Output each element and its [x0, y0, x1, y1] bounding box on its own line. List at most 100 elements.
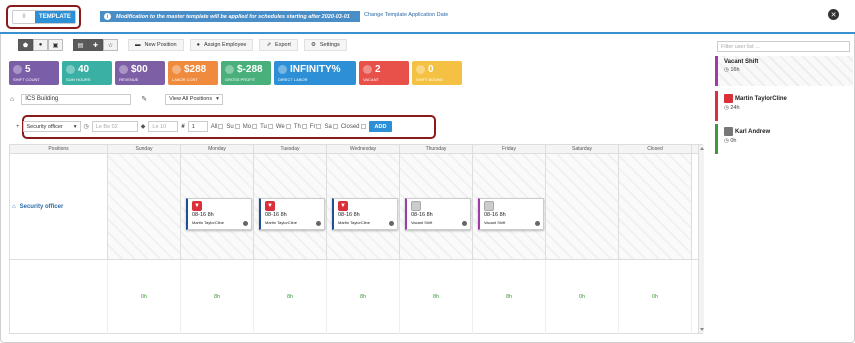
plus-icon: [119, 65, 128, 74]
stat-labor-cost: $288 LABOR COST: [168, 61, 218, 85]
day-friday[interactable]: Fr: [310, 124, 322, 130]
plus-icon[interactable]: +: [16, 124, 20, 130]
day-cell-sunday[interactable]: [108, 154, 181, 259]
user-item-karl[interactable]: Karl Andrew ◷ 0h: [715, 124, 853, 154]
person-icon[interactable]: ●: [33, 39, 48, 51]
add-button[interactable]: ADD: [368, 121, 393, 132]
avatar: ▼: [265, 201, 275, 211]
day-cell-saturday[interactable]: [546, 154, 619, 259]
change-date-link[interactable]: Change Template Application Date: [364, 12, 448, 18]
total-thursday: 8h: [400, 260, 473, 334]
options-icon[interactable]: [462, 221, 467, 226]
toolbar: ⬟ ● ▣ ▤ ✚ ☆ ▬ New Position ● Assign Empl…: [18, 39, 347, 51]
day-cell-tuesday[interactable]: ▼ 08-16 8h Martin TaylorCline: [254, 154, 327, 259]
col-positions: Positions: [10, 145, 108, 153]
options-icon[interactable]: [535, 221, 540, 226]
day-cell-monday[interactable]: ▼ 08-16 8h Martin TaylorCline: [181, 154, 254, 259]
money-icon: [172, 65, 181, 74]
plus-icon[interactable]: ✚: [88, 39, 103, 51]
total-friday: 8h: [473, 260, 546, 334]
col-saturday: Saturday: [546, 145, 619, 153]
template-toggle[interactable]: II TEMPLATE: [12, 10, 76, 24]
toggle-off-label: II: [22, 14, 26, 20]
avatar: [411, 201, 421, 211]
avatar: [484, 201, 494, 211]
count-input[interactable]: 1: [187, 121, 208, 132]
totals-row: 0h 8h 8h 8h 8h 8h 0h 0h: [10, 260, 702, 334]
day-sunday[interactable]: Su: [226, 124, 240, 130]
day-cell-thursday[interactable]: 08-16 8h Vacant Shift: [400, 154, 473, 259]
position-row: ⌂ Security officer ▼ 08-16 8h Martin Tay…: [10, 154, 702, 260]
col-monday: Monday: [181, 145, 254, 153]
stat-shift-bound: 0 SHIFT BOUND: [412, 61, 462, 85]
chevron-down-icon: ▾: [73, 123, 77, 130]
shift-card[interactable]: ▼ 08-16 8h Martin TaylorCline: [186, 198, 252, 230]
day-saturday[interactable]: Sa: [324, 124, 338, 130]
day-tuesday[interactable]: Tu: [260, 124, 273, 130]
info-icon: i: [104, 13, 111, 20]
chat-icon: ▬: [135, 42, 141, 48]
shift-card[interactable]: 08-16 8h Vacant Shift: [405, 198, 471, 230]
day-wednesday[interactable]: We: [276, 124, 291, 130]
options-icon[interactable]: [243, 221, 248, 226]
col-thursday: Thursday: [400, 145, 473, 153]
building-input[interactable]: ICS Building: [21, 93, 132, 105]
end-time-input[interactable]: Le 10: [148, 121, 179, 132]
home-icon[interactable]: ⬟: [18, 39, 33, 51]
day-closed[interactable]: Closed: [341, 124, 366, 130]
user-item-martin[interactable]: Martin TaylorCline ◷ 24h: [715, 91, 853, 121]
day-cell-friday[interactable]: 08-16 8h Vacant Shift: [473, 154, 546, 259]
edit-icon[interactable]: ✎: [141, 95, 147, 103]
day-monday[interactable]: Mo: [243, 124, 258, 130]
day-thursday[interactable]: Th: [294, 124, 307, 130]
pin-icon: ◆: [140, 124, 146, 130]
toggle-on-label: TEMPLATE: [35, 11, 75, 23]
export-button[interactable]: ⇗ Export: [259, 39, 298, 51]
total-sunday: 0h: [108, 260, 181, 334]
shift-card[interactable]: ▼ 08-16 8h Martin TaylorCline: [259, 198, 325, 230]
options-icon[interactable]: [316, 221, 321, 226]
export-label: Export: [275, 42, 291, 48]
day-cell-closed[interactable]: [619, 154, 692, 259]
user-item-vacant-shift[interactable]: Vacant Shift ◷ 16h: [715, 56, 853, 86]
shift-card[interactable]: 08-16 8h Vacant Shift: [478, 198, 544, 230]
image-icon[interactable]: ▤: [73, 39, 88, 51]
col-wednesday: Wednesday: [327, 145, 400, 153]
day-all[interactable]: All: [211, 124, 224, 130]
calendar-icon[interactable]: ▣: [48, 39, 63, 51]
close-icon[interactable]: ✕: [828, 9, 839, 20]
settings-button[interactable]: ⚙ Settings: [303, 39, 347, 51]
template-notice: i Modification to the master template wi…: [100, 11, 360, 22]
user-panel: Filter user list ... Vacant Shift ◷ 16h …: [713, 36, 855, 343]
user-icon: ●: [196, 42, 200, 48]
warning-icon: [363, 65, 372, 74]
position-select[interactable]: Security officer ▾: [22, 121, 81, 132]
stat-shift-count: 5 SHIFT COUNT: [9, 61, 59, 85]
star-icon[interactable]: ☆: [103, 39, 118, 51]
stat-vacant: 2 VACANT: [359, 61, 409, 85]
grid-scrollbar[interactable]: [698, 145, 704, 333]
stat-direct-labor: INFINITY% DIRECT LABOR: [274, 61, 356, 85]
total-tuesday: 8h: [254, 260, 327, 334]
start-time-input[interactable]: Le Be 02: [91, 121, 138, 132]
hash-icon: #: [181, 123, 185, 130]
building-row: ⌂ ICS Building ✎ View All Positions ▾: [10, 93, 223, 105]
notice-text: Modification to the master template will…: [116, 13, 350, 20]
day-cell-wednesday[interactable]: ▼ 08-16 8h Martin TaylorCline: [327, 154, 400, 259]
user-filter-input[interactable]: Filter user list ...: [717, 41, 850, 52]
pie-chart-icon: [278, 65, 287, 74]
clock-icon: ◷: [83, 124, 89, 130]
schedule-grid: Positions Sunday Monday Tuesday Wednesda…: [9, 144, 704, 334]
options-icon[interactable]: [389, 221, 394, 226]
col-closed: Closed: [619, 145, 692, 153]
assign-employee-button[interactable]: ● Assign Employee: [189, 39, 254, 51]
building-icon: ⌂: [10, 95, 15, 103]
new-position-button[interactable]: ▬ New Position: [128, 39, 184, 51]
clock-icon: ◷: [724, 138, 729, 144]
col-sunday: Sunday: [108, 145, 181, 153]
position-name-cell[interactable]: ⌂ Security officer: [10, 154, 108, 259]
settings-label: Settings: [319, 42, 340, 48]
shift-card[interactable]: ▼ 08-16 8h Martin TaylorCline: [332, 198, 398, 230]
view-positions-select[interactable]: View All Positions ▾: [165, 93, 223, 105]
stat-revenue: $00 REVENUE: [115, 61, 165, 85]
